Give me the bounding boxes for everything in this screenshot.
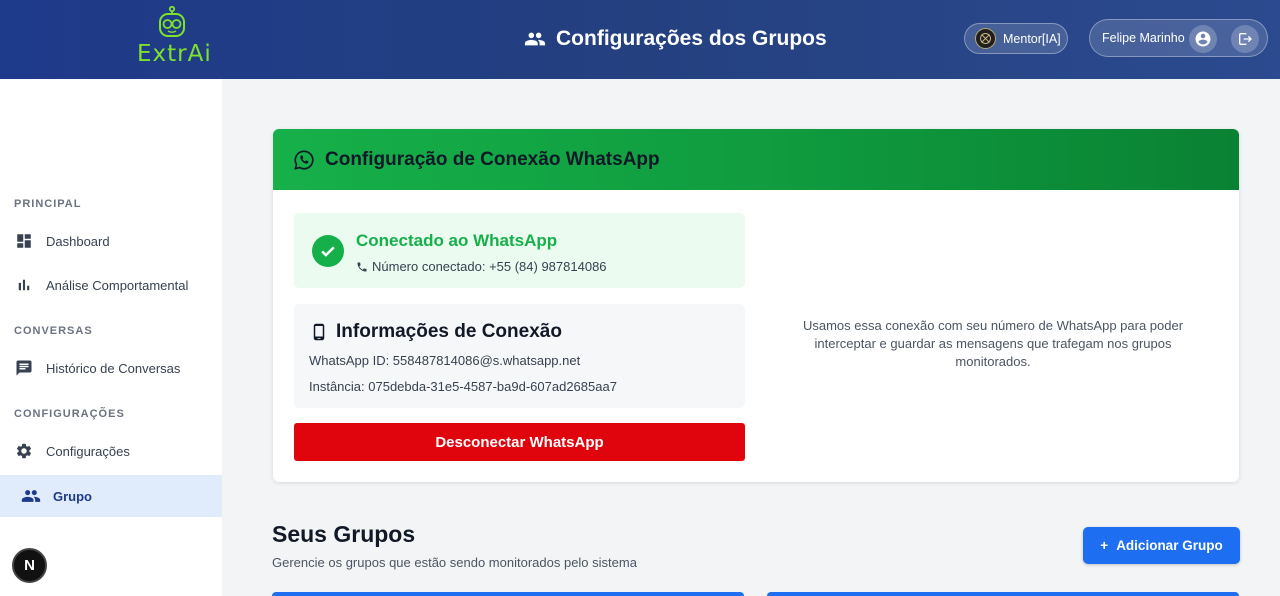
disconnect-whatsapp-button[interactable]: Desconectar WhatsApp bbox=[294, 423, 745, 461]
section-label-conversas: CONVERSAS bbox=[14, 325, 93, 337]
mentor-emblem-icon bbox=[980, 33, 991, 44]
smartphone-icon bbox=[313, 323, 325, 341]
connection-note: Usamos essa conexão com seu número de Wh… bbox=[802, 318, 1184, 369]
sidebar-item-label: Configurações bbox=[46, 443, 130, 459]
check-circle-icon bbox=[312, 235, 344, 267]
sidebar bbox=[0, 79, 222, 596]
whatsapp-id: WhatsApp ID: 558487814086@s.whatsapp.net bbox=[309, 353, 581, 368]
group-icon bbox=[21, 486, 41, 506]
whatsapp-connection-card: Configuração de Conexão WhatsApp Conecta… bbox=[273, 129, 1239, 482]
group-card[interactable] bbox=[767, 592, 1239, 596]
card-title: Configuração de Conexão WhatsApp bbox=[325, 148, 660, 170]
dev-tools-badge[interactable]: N bbox=[12, 548, 47, 583]
logout-button[interactable] bbox=[1231, 25, 1259, 53]
dashboard-icon bbox=[14, 231, 34, 251]
sidebar-item-historico[interactable]: Histórico de Conversas bbox=[0, 347, 222, 389]
plus-icon: + bbox=[1100, 538, 1109, 553]
chat-icon bbox=[14, 358, 34, 378]
app-logo[interactable]: ExtrAi bbox=[137, 6, 212, 67]
connection-info-box: Informações de Conexão WhatsApp ID: 5584… bbox=[294, 304, 745, 408]
groups-subtitle: Gerencie os grupos que estão sendo monit… bbox=[272, 555, 637, 570]
user-name: Felipe Marinho bbox=[1102, 31, 1185, 45]
sidebar-item-label: Análise Comportamental bbox=[46, 277, 189, 293]
sidebar-item-label: Grupo bbox=[53, 488, 92, 504]
connected-number: Número conectado: +55 (84) 987814086 bbox=[356, 259, 607, 274]
sidebar-item-dashboard[interactable]: Dashboard bbox=[0, 220, 222, 262]
profile-button[interactable] bbox=[1189, 25, 1217, 53]
add-group-label: Adicionar Grupo bbox=[1116, 538, 1223, 553]
phone-icon bbox=[357, 262, 367, 271]
badge-letter: N bbox=[24, 557, 35, 574]
sidebar-item-configuracoes[interactable]: Configurações bbox=[0, 430, 222, 472]
top-header: ExtrAi Configurações dos Grupos Mentor[I… bbox=[0, 0, 1280, 79]
instance-id: Instância: 075debda-31e5-4587-ba9d-607ad… bbox=[309, 379, 617, 394]
info-title: Informações de Conexão bbox=[310, 321, 562, 343]
status-title: Conectado ao WhatsApp bbox=[356, 231, 558, 250]
section-label-configuracoes: CONFIGURAÇÕES bbox=[14, 408, 125, 420]
groups-title: Seus Grupos bbox=[272, 521, 416, 547]
add-group-button[interactable]: + Adicionar Grupo bbox=[1083, 527, 1240, 564]
info-title-text: Informações de Conexão bbox=[336, 321, 562, 342]
account-circle-icon bbox=[1195, 31, 1211, 47]
page-title: Configurações dos Grupos bbox=[524, 24, 827, 54]
robot-logo-icon bbox=[159, 6, 185, 37]
card-header: Configuração de Conexão WhatsApp bbox=[273, 129, 1239, 190]
section-label-principal: PRINCIPAL bbox=[14, 198, 82, 210]
mentor-ia-button[interactable]: Mentor[IA] bbox=[964, 23, 1068, 54]
sidebar-item-analise-comportamental[interactable]: Análise Comportamental bbox=[0, 264, 222, 306]
sidebar-item-label: Histórico de Conversas bbox=[46, 360, 181, 376]
logo-text: ExtrAi bbox=[137, 41, 212, 67]
user-menu: Felipe Marinho bbox=[1089, 19, 1268, 57]
connected-number-text: Número conectado: +55 (84) 987814086 bbox=[372, 259, 607, 274]
whatsapp-icon bbox=[294, 149, 314, 170]
bar-chart-icon bbox=[14, 275, 34, 295]
group-card[interactable] bbox=[272, 592, 744, 596]
gear-icon bbox=[14, 441, 34, 461]
sidebar-item-grupo[interactable]: Grupo bbox=[0, 475, 222, 517]
logout-icon bbox=[1239, 33, 1252, 45]
connection-status-box: Conectado ao WhatsApp Número conectado: … bbox=[294, 213, 745, 288]
mentor-label: Mentor[IA] bbox=[1003, 31, 1061, 46]
group-icon bbox=[524, 32, 546, 46]
mentor-avatar bbox=[975, 28, 996, 49]
page-title-text: Configurações dos Grupos bbox=[556, 27, 827, 50]
sidebar-item-label: Dashboard bbox=[46, 233, 110, 249]
